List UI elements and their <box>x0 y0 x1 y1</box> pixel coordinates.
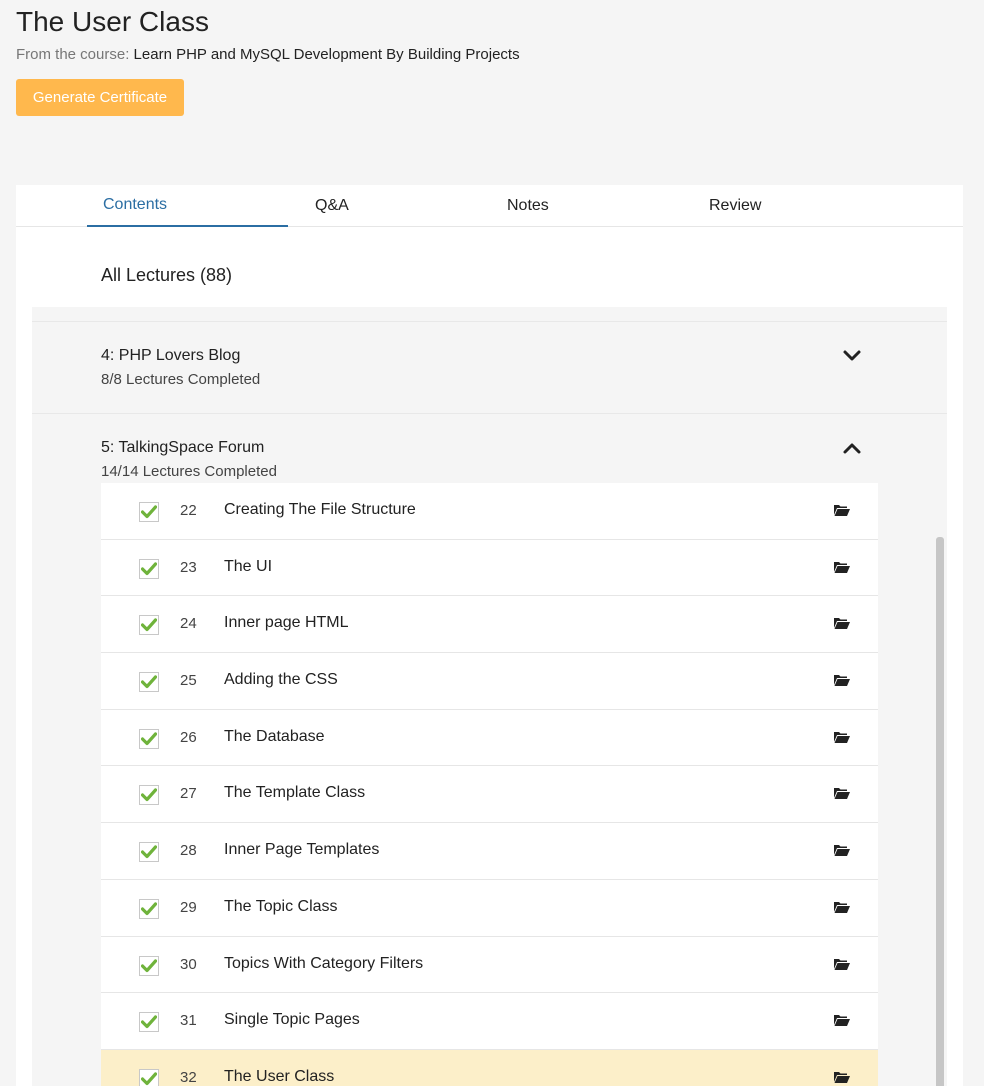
checkmark-icon <box>141 505 157 519</box>
chevron-down-icon[interactable] <box>842 346 862 366</box>
lecture-number: 28 <box>180 842 197 860</box>
lecture-row[interactable]: 24 Inner page HTML <box>101 596 878 654</box>
lecture-row[interactable]: 29 The Topic Class <box>101 879 878 937</box>
folder-open-icon[interactable] <box>833 616 851 630</box>
course-prefix: From the course: <box>16 46 130 63</box>
checkmark-icon <box>141 958 157 972</box>
lecture-row[interactable]: 28 Inner Page Templates <box>101 823 878 880</box>
folder-open-icon[interactable] <box>833 503 851 517</box>
folder-open-icon[interactable] <box>833 900 851 914</box>
completed-checkbox[interactable] <box>139 1012 159 1033</box>
completed-checkbox[interactable] <box>139 955 159 976</box>
section-progress: 8/8 Lectures Completed <box>101 371 261 388</box>
section-title: 5: TalkingSpace Forum <box>101 439 265 456</box>
lecture-row[interactable]: 26 The Database <box>101 709 878 767</box>
lecture-row[interactable]: 32 The User Class <box>101 1049 878 1086</box>
lecture-number: 26 <box>180 728 197 746</box>
lecture-row[interactable]: 27 The Template Class <box>101 766 878 824</box>
generate-certificate-button[interactable]: Generate Certificate <box>16 79 184 116</box>
completed-checkbox[interactable] <box>139 502 159 522</box>
completed-checkbox[interactable] <box>139 785 159 806</box>
checkmark-icon <box>141 902 157 915</box>
tab-bar: Contents Q&A Notes Review <box>16 185 963 227</box>
folder-open-icon[interactable] <box>833 673 851 687</box>
lecture-title[interactable]: The Topic Class <box>224 898 338 916</box>
course-name-link[interactable]: Learn PHP and MySQL Development By Build… <box>134 46 520 63</box>
checkmark-icon <box>141 788 157 802</box>
completed-checkbox[interactable] <box>139 558 159 579</box>
lecture-title[interactable]: Adding the CSS <box>224 671 338 689</box>
tab-review[interactable]: Review <box>693 185 893 227</box>
lecture-title[interactable]: The UI <box>224 558 272 576</box>
lecture-row[interactable]: 30 Topics With Category Filters <box>101 936 878 994</box>
folder-open-icon[interactable] <box>833 1013 851 1027</box>
completed-checkbox[interactable] <box>139 1068 159 1086</box>
course-content-panel: Contents Q&A Notes Review All Lectures (… <box>16 185 963 1086</box>
tab-qa[interactable]: Q&A <box>299 185 499 227</box>
course-line: From the course: Learn PHP and MySQL Dev… <box>16 46 520 63</box>
lecture-number: 31 <box>180 1012 197 1030</box>
lecture-title[interactable]: The Template Class <box>224 784 365 802</box>
lecture-row[interactable]: 25 Adding the CSS <box>101 653 878 710</box>
folder-open-icon[interactable] <box>833 957 851 971</box>
lecture-number: 22 <box>180 502 197 519</box>
lecture-row[interactable]: 22 Creating The File Structure <box>101 483 878 540</box>
lecture-row[interactable]: 23 The UI <box>101 539 878 597</box>
divider <box>32 413 947 414</box>
checkmark-icon <box>141 732 157 745</box>
divider <box>32 321 947 322</box>
section-title: 4: PHP Lovers Blog <box>101 347 241 364</box>
checkmark-icon <box>141 675 157 689</box>
lecture-number: 24 <box>180 615 197 633</box>
lecture-title[interactable]: Topics With Category Filters <box>224 955 423 973</box>
checkmark-icon <box>141 845 157 859</box>
checkmark-icon <box>141 1072 157 1085</box>
tab-notes[interactable]: Notes <box>491 185 691 227</box>
section-list: 4: PHP Lovers Blog 8/8 Lectures Complete… <box>32 307 947 1086</box>
lecture-title[interactable]: The User Class <box>224 1068 334 1086</box>
scrollbar[interactable] <box>936 537 944 1086</box>
folder-open-icon[interactable] <box>833 730 851 744</box>
completed-checkbox[interactable] <box>139 842 159 863</box>
checkmark-icon <box>141 562 157 575</box>
all-lectures-heading: All Lectures (88) <box>101 265 233 285</box>
lecture-title[interactable]: Inner page HTML <box>224 614 349 632</box>
lecture-number: 23 <box>180 558 197 576</box>
completed-checkbox[interactable] <box>139 615 159 636</box>
chevron-up-icon[interactable] <box>842 438 862 458</box>
completed-checkbox[interactable] <box>139 728 159 749</box>
folder-open-icon[interactable] <box>833 560 851 574</box>
lecture-row[interactable]: 31 Single Topic Pages <box>101 993 878 1050</box>
checkmark-icon <box>141 618 157 632</box>
section-progress: 14/14 Lectures Completed <box>101 463 277 480</box>
lecture-title[interactable]: Inner Page Templates <box>224 841 379 859</box>
lecture-number: 27 <box>180 785 197 803</box>
tab-contents[interactable]: Contents <box>87 185 288 227</box>
lecture-number: 29 <box>180 898 197 916</box>
lecture-number: 30 <box>180 955 197 973</box>
lecture-title[interactable]: Single Topic Pages <box>224 1011 360 1029</box>
checkmark-icon <box>141 1015 157 1029</box>
lecture-number: 32 <box>180 1068 197 1086</box>
page-title: The User Class <box>16 6 209 37</box>
folder-open-icon[interactable] <box>833 843 851 857</box>
folder-open-icon[interactable] <box>833 786 851 800</box>
lecture-list: 22 Creating The File Structure 23 The UI… <box>101 483 878 1086</box>
lecture-title[interactable]: The Database <box>224 728 325 746</box>
completed-checkbox[interactable] <box>139 898 159 919</box>
completed-checkbox[interactable] <box>139 672 159 693</box>
lecture-title[interactable]: Creating The File Structure <box>224 501 416 519</box>
folder-open-icon[interactable] <box>833 1070 851 1084</box>
lecture-number: 25 <box>180 672 197 690</box>
